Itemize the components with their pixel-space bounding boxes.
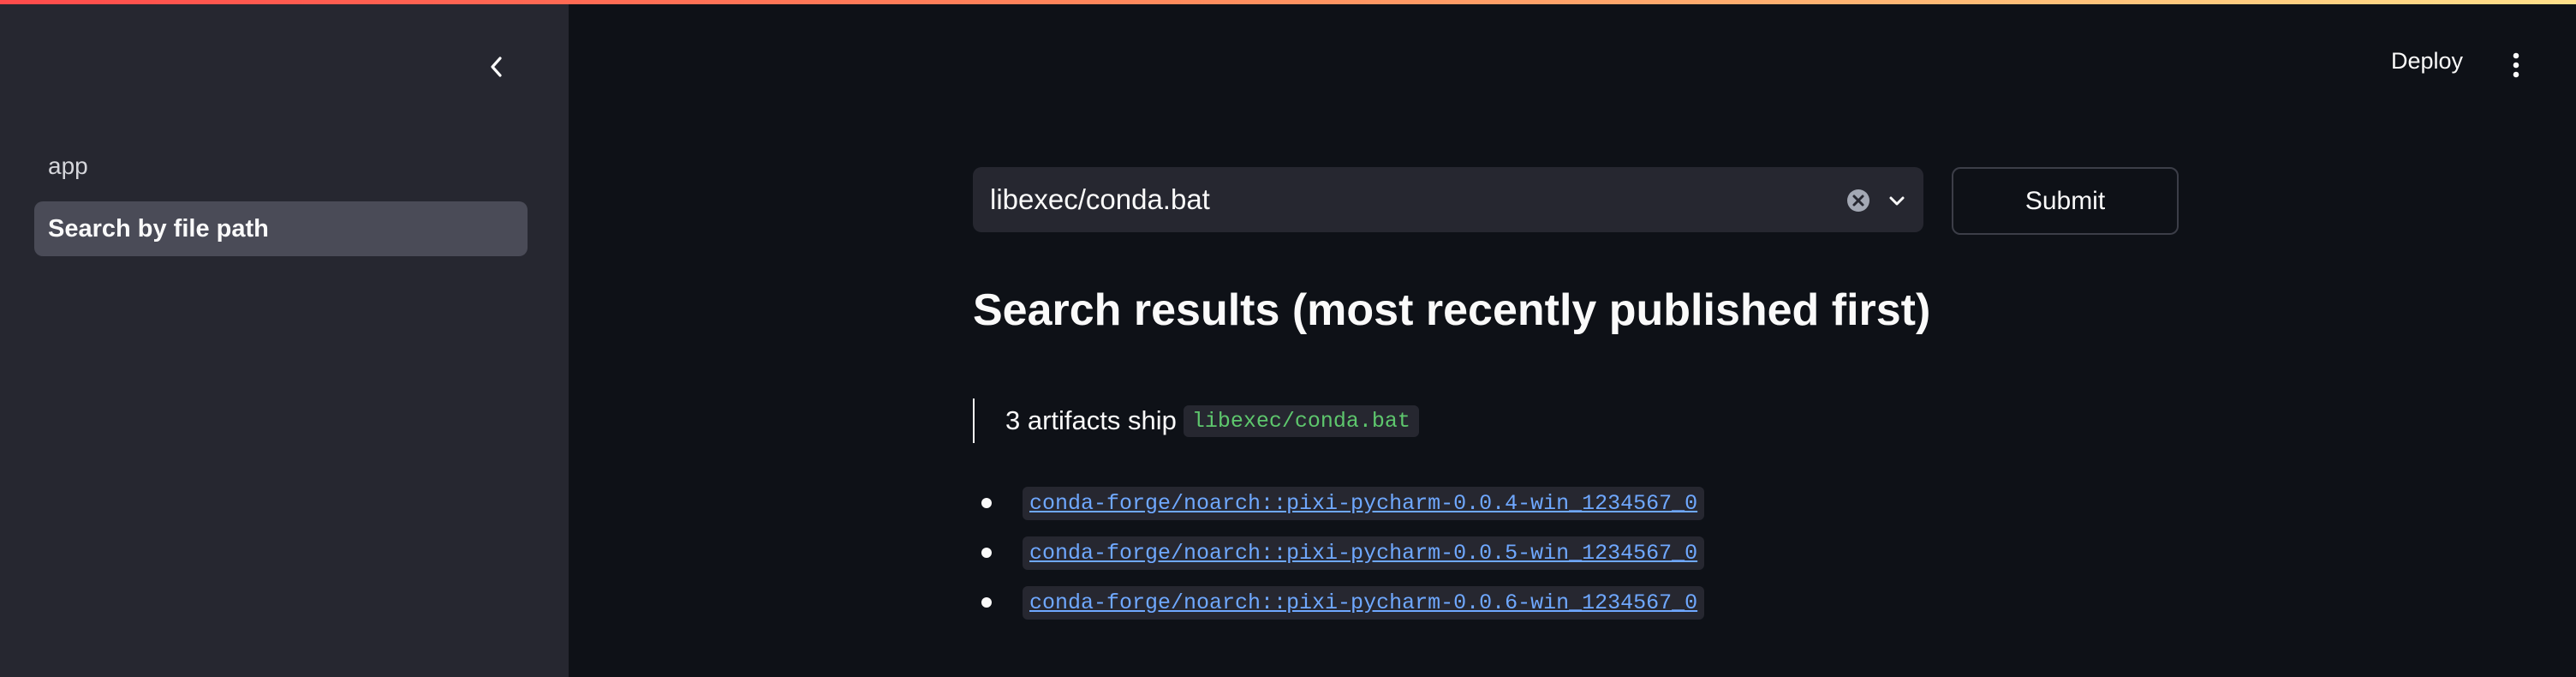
select-value: libexec/conda.bat (990, 183, 1210, 215)
clear-circle-icon (1847, 189, 1869, 212)
clear-selection-button[interactable] (1846, 189, 1870, 213)
artifact-link[interactable]: conda-forge/noarch::pixi-pycharm-0.0.4-w… (1023, 486, 1705, 520)
bullet-icon (981, 548, 992, 558)
bullet-icon (981, 498, 992, 508)
file-path-code: libexec/conda.bat (1183, 404, 1419, 437)
page-title: Search results (most recently published … (973, 285, 1931, 335)
artifact-link[interactable]: conda-forge/noarch::pixi-pycharm-0.0.5-w… (1023, 536, 1705, 570)
sidebar-item-label: Search by file path (48, 214, 269, 243)
deploy-button[interactable]: Deploy (2391, 48, 2463, 75)
list-item: conda-forge/noarch::pixi-pycharm-0.0.4-w… (973, 478, 1705, 528)
list-item: conda-forge/noarch::pixi-pycharm-0.0.5-w… (973, 528, 1705, 578)
list-item: conda-forge/noarch::pixi-pycharm-0.0.6-w… (973, 578, 1705, 627)
results-summary: 3 artifacts ship libexec/conda.bat (973, 398, 1419, 443)
file-path-select[interactable]: libexec/conda.bat (973, 167, 1923, 232)
main-menu-button[interactable] (2506, 48, 2526, 82)
top-decoration-bar (0, 0, 2576, 4)
submit-button[interactable]: Submit (1952, 167, 2179, 235)
sidebar-item-search-by-file-path[interactable]: Search by file path (34, 201, 528, 256)
results-count-text: 3 artifacts ship (1005, 405, 1177, 435)
artifact-link[interactable]: conda-forge/noarch::pixi-pycharm-0.0.6-w… (1023, 585, 1705, 620)
results-list: conda-forge/noarch::pixi-pycharm-0.0.4-w… (973, 478, 1705, 627)
dropdown-toggle[interactable] (1885, 189, 1909, 213)
bullet-icon (981, 597, 992, 608)
chevron-left-icon (491, 57, 502, 77)
kebab-menu-icon (2513, 52, 2519, 78)
chevron-down-icon (1889, 196, 1905, 206)
sidebar-item-app[interactable]: app (48, 153, 88, 180)
collapse-sidebar-button[interactable] (480, 50, 514, 84)
sidebar: app Search by file path (0, 0, 569, 677)
